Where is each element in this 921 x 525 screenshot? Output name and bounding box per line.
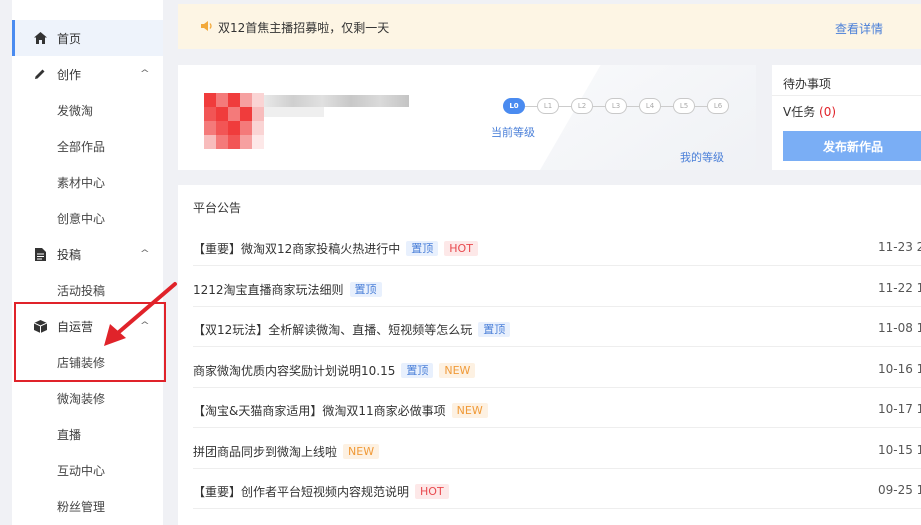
current-level-label: 当前等级 — [491, 126, 535, 139]
sidebar-item-label: 发微淘 — [57, 103, 94, 118]
sidebar-item-post[interactable]: 发微淘 — [12, 92, 163, 128]
top-tag: 置顶 — [478, 322, 511, 337]
announcement-row[interactable]: 1212淘宝直播商家玩法细则置顶 11-22 16 — [193, 267, 921, 307]
hot-tag: HOT — [415, 484, 449, 499]
top-tag: 置顶 — [349, 281, 382, 297]
announcement-title: 【重要】创作者平台短视频内容规范说明 HOT — [193, 483, 449, 500]
todo-title: 待办事项 — [783, 77, 832, 91]
v-task-label: V任务 — [783, 105, 816, 119]
announcement-title: 1212淘宝直播商家玩法细则 置顶 — [193, 281, 382, 298]
sidebar-item-label: 互动中心 — [57, 463, 106, 478]
sidebar-group-create[interactable]: 创作 ^ — [12, 56, 163, 92]
level-badge: L2 — [571, 98, 593, 114]
announcement-date: 10-16 18 — [878, 361, 921, 376]
announcement-title: 拼团商品同步到微淘上线啦 NEW — [193, 443, 380, 460]
speaker-icon — [200, 19, 214, 33]
sidebar-item-label: 微淘装修 — [57, 391, 106, 406]
level-card: L0 L1 L2 L3 L4 L5 L6 当前等级 我的等级 — [178, 65, 756, 170]
chevron-up-icon: ^ — [140, 69, 151, 79]
sidebar-item-creative[interactable]: 创意中心 — [12, 200, 163, 236]
sidebar-item-shop-decoration[interactable]: 店铺装修 — [12, 344, 163, 380]
sidebar-item-label: 创意中心 — [57, 211, 106, 226]
sidebar-item-weitao-decoration[interactable]: 微淘装修 — [12, 380, 163, 416]
announcement-title: 【双12玩法】全析解读微淘、直播、短视频等怎么玩 置顶 — [193, 321, 511, 338]
document-icon — [33, 247, 47, 261]
sidebar-item-home[interactable]: 首页 — [12, 20, 163, 56]
announcement-row[interactable]: 【重要】创作者平台短视频内容规范说明 HOT 09-25 15 — [193, 469, 921, 509]
my-level-link[interactable]: 我的等级 — [680, 149, 724, 165]
sidebar-item-materials[interactable]: 素材中心 — [12, 164, 163, 200]
level-badge: L3 — [605, 98, 627, 114]
view-details-link[interactable]: 查看详情 — [835, 20, 883, 37]
announcement-date: 11-22 16 — [878, 280, 921, 295]
chevron-up-icon: ^ — [140, 321, 151, 331]
sidebar-item-activity-submit[interactable]: 活动投稿 — [12, 272, 163, 308]
sidebar-item-label: 粉丝管理 — [57, 499, 106, 514]
announcement-text: 【重要】创作者平台短视频内容规范说明 — [193, 485, 410, 499]
sidebar-item-label: 首页 — [57, 31, 82, 46]
sidebar-item-label: 素材中心 — [57, 175, 106, 190]
new-tag: NEW — [439, 362, 476, 378]
announcement-date: 09-25 15 — [878, 483, 921, 497]
level-badge: L6 — [707, 98, 729, 114]
announcement-text: 拼团商品同步到微淘上线啦 — [193, 444, 338, 459]
announcement-text: 【淘宝&天猫商家适用】微淘双11商家必做事项 — [193, 404, 446, 418]
level-badge: L0 — [503, 98, 525, 114]
sidebar-item-label: 活动投稿 — [57, 283, 106, 298]
sidebar-item-fans[interactable]: 粉丝管理 — [12, 488, 163, 524]
announcement-date: 11-08 13 — [878, 321, 921, 335]
hot-tag: HOT — [444, 241, 478, 256]
announcement-title: 【淘宝&天猫商家适用】微淘双11商家必做事项 NEW — [193, 402, 488, 419]
announcement-banner: 双12首焦主播招募啦，仅剩一天 查看详情 — [178, 4, 921, 49]
top-tag: 置顶 — [401, 362, 434, 378]
todo-card: 待办事项 V任务 (0) 发布新作品 — [772, 65, 921, 170]
v-task-count: (0) — [819, 105, 837, 119]
home-icon — [33, 31, 47, 45]
sidebar-item-all-works[interactable]: 全部作品 — [12, 128, 163, 164]
sidebar-item-label: 店铺装修 — [57, 355, 106, 370]
announcement-row[interactable]: 【双12玩法】全析解读微淘、直播、短视频等怎么玩置顶 11-08 13 — [193, 307, 921, 347]
sidebar-item-label: 自运营 — [57, 319, 94, 334]
v-task[interactable]: V任务 (0) — [783, 103, 836, 120]
sidebar-item-live[interactable]: 直播 — [12, 416, 163, 452]
sidebar-item-label: 创作 — [57, 67, 82, 82]
section-title: 平台公告 — [193, 201, 242, 215]
sidebar-item-label: 全部作品 — [57, 139, 106, 154]
announcement-date: 11-23 20 — [878, 240, 921, 254]
divider — [772, 95, 921, 96]
announcement-title: 商家微淘优质内容奖励计划说明10.15 置顶 NEW — [193, 362, 476, 379]
new-tag: NEW — [451, 403, 488, 418]
pencil-icon — [33, 67, 47, 81]
top-tag: 置顶 — [406, 241, 439, 256]
announcement-row[interactable]: 【淘宝&天猫商家适用】微淘双11商家必做事项 NEW 10-17 10 — [193, 388, 921, 428]
new-tag: NEW — [343, 443, 380, 459]
chevron-up-icon: ^ — [140, 249, 151, 259]
level-badge: L4 — [639, 98, 661, 114]
avatar — [204, 93, 264, 149]
sidebar-group-submit[interactable]: 投稿 ^ — [12, 236, 163, 272]
sidebar-item-label: 投稿 — [57, 247, 82, 262]
username-blurred-secondary — [264, 107, 324, 117]
publish-new-work-button[interactable]: 发布新作品 — [783, 131, 921, 161]
sidebar-item-label: 直播 — [57, 427, 82, 442]
announcement-text: 商家微淘优质内容奖励计划说明10.15 — [193, 363, 396, 378]
box-icon — [33, 319, 47, 333]
announcement-date: 10-17 10 — [878, 402, 921, 416]
announcement-text: 1212淘宝直播商家玩法细则 — [193, 282, 344, 297]
announcement-text: 【双12玩法】全析解读微淘、直播、短视频等怎么玩 — [193, 323, 473, 337]
announcement-title: 【重要】微淘双12商家投稿火热进行中 置顶 HOT — [193, 240, 478, 257]
level-badge: L5 — [673, 98, 695, 114]
level-badge: L1 — [537, 98, 559, 114]
announcement-row[interactable]: 拼团商品同步到微淘上线啦 NEW 10-15 11 — [193, 429, 921, 469]
sidebar: 首页 创作 ^ 发微淘 全部作品 素材中心 创意中心 投稿 ^ 活动投稿 自运营… — [12, 0, 163, 525]
announcement-text: 【重要】微淘双12商家投稿火热进行中 — [193, 242, 401, 256]
sidebar-group-self-operation[interactable]: 自运营 ^ — [12, 308, 163, 344]
announcement-row[interactable]: 商家微淘优质内容奖励计划说明10.15 置顶 NEW 10-16 18 — [193, 348, 921, 388]
banner-text: 双12首焦主播招募啦，仅剩一天 — [218, 21, 390, 35]
username-blurred — [264, 95, 409, 107]
platform-announcements: 平台公告 【重要】微淘双12商家投稿火热进行中置顶HOT11-23 201212… — [178, 185, 921, 525]
announcement-date: 10-15 11 — [878, 442, 921, 457]
sidebar-item-interaction[interactable]: 互动中心 — [12, 452, 163, 488]
announcement-row[interactable]: 【重要】微淘双12商家投稿火热进行中置顶 HOT 11-23 20 — [193, 226, 921, 266]
